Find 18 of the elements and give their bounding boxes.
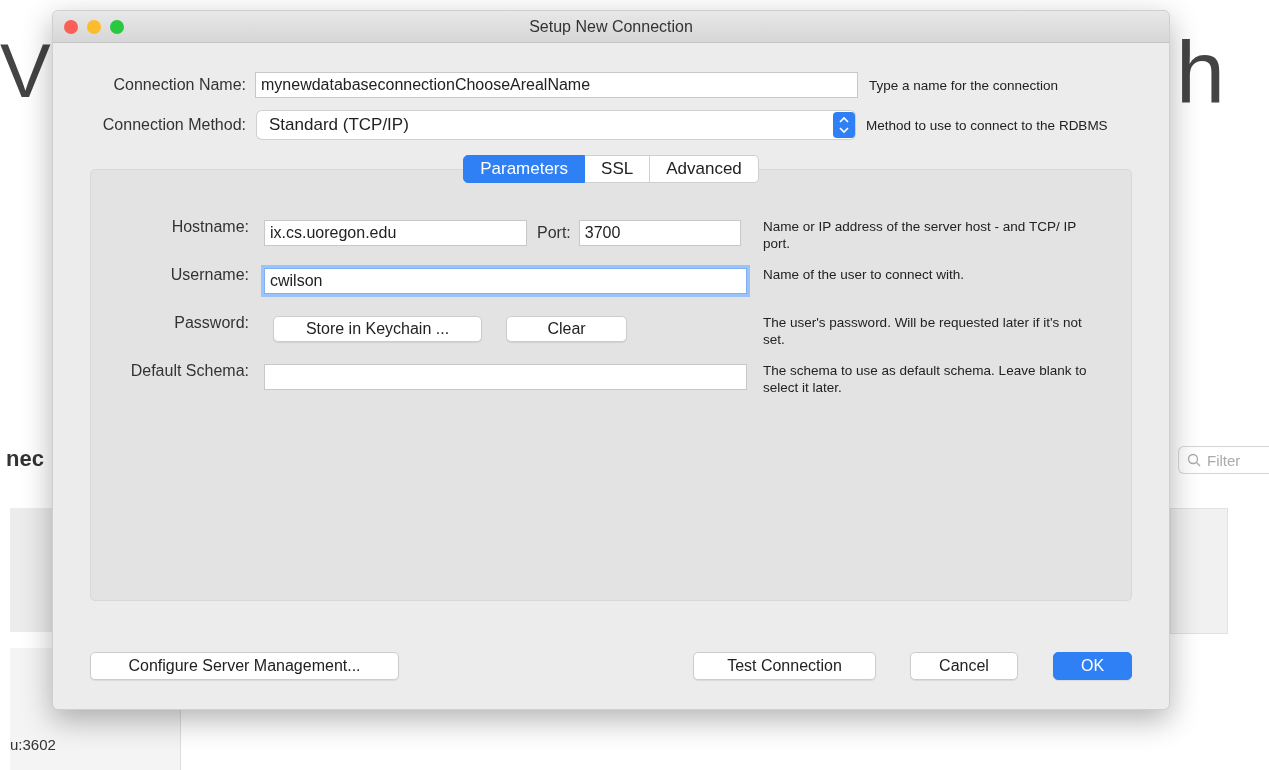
hint-text: Type a name for the connection: [869, 77, 1059, 93]
tile-text: u:3602: [10, 736, 56, 753]
section-heading: nec: [6, 446, 44, 472]
field-label: Hostname:: [170, 218, 249, 236]
heading-text: h: [1176, 22, 1225, 122]
field-label: Password:: [173, 314, 249, 332]
heading-text: V: [0, 27, 51, 115]
field-label: Connection Method:: [101, 116, 246, 134]
field-label: Username:: [169, 266, 249, 284]
hint-text: Name of the user to connect with.: [763, 266, 966, 283]
hint-text: Name or IP address of the server host - and TCP/ IP port.: [763, 218, 1077, 252]
hint-text: The schema to use as default schema. Leave blank to select it later.: [763, 362, 1088, 396]
field-label: Port:: [537, 224, 571, 242]
hint-text: The user's password. Will be requested later if it's not set.: [763, 314, 1083, 348]
field-label: Connection Name:: [112, 76, 246, 94]
hint-text: Method to use to connect to the RDBMS: [866, 117, 1108, 133]
field-label: Default Schema:: [129, 362, 249, 380]
window-title: Setup New Connection: [529, 17, 693, 36]
